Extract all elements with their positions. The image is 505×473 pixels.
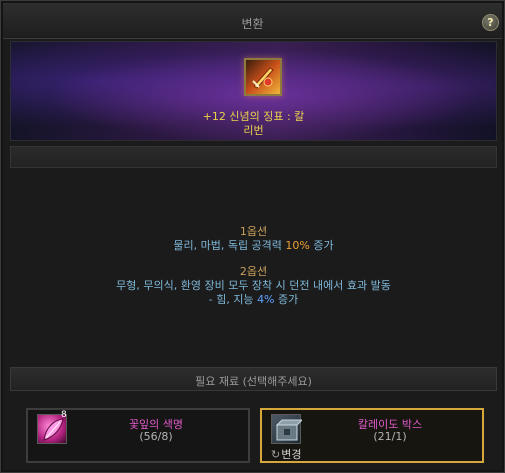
option2-prefix: - 힘, 지능 <box>208 293 258 306</box>
materials-title: 필요 재료 (선택해주세요) <box>195 375 312 388</box>
kaleido-box-icon <box>271 414 304 444</box>
material-slot-kaleido-box[interactable]: 칼레이도 박스 (21/1) ↻변경 <box>260 408 484 463</box>
help-icon[interactable]: ? <box>482 14 499 31</box>
conversion-window: 변환 ? +12 신념의 징표 : 칼 리번 1옵션 물리, 마법, 독립 공격… <box>0 0 505 473</box>
material-count: (21/1) <box>373 430 407 443</box>
option1-suffix: 증가 <box>309 239 334 252</box>
item-name-line2: 리번 <box>243 124 264 137</box>
title-bar[interactable]: 변환 ? <box>3 3 502 39</box>
item-name: +12 신념의 징표 : 칼 리번 <box>11 110 496 138</box>
swap-icon: ↻ <box>271 448 281 461</box>
option1-text: 물리, 마법, 독립 공격력 10% 증가 <box>10 237 497 253</box>
window-title: 변환 <box>241 17 264 31</box>
material-slot-petal[interactable]: 8 꽃잎의 색명 (56/8) <box>26 408 250 463</box>
stack-count-badge: 8 <box>61 410 67 420</box>
item-banner: +12 신념의 징표 : 칼 리번 <box>10 41 497 141</box>
change-button-label: 변경 <box>281 448 302 461</box>
materials-header: 필요 재료 (선택해주세요) <box>10 367 497 391</box>
material-count: (56/8) <box>139 430 173 443</box>
section-divider-bar <box>10 146 497 168</box>
item-name-line1: +12 신념의 징표 : 칼 <box>202 110 305 123</box>
option1-value: 10% <box>285 239 310 252</box>
option2-suffix: 증가 <box>274 293 299 306</box>
item-icon[interactable] <box>244 58 282 96</box>
box-shape-icon <box>275 419 304 441</box>
sword-emblem-icon <box>252 67 274 89</box>
option1-prefix: 물리, 마법, 독립 공격력 <box>173 239 286 252</box>
option2-value: 4% <box>257 293 275 306</box>
change-button[interactable]: ↻변경 <box>271 446 301 462</box>
options-panel: 1옵션 물리, 마법, 독립 공격력 10% 증가 2옵션 무형, 무의식, 환… <box>10 173 497 358</box>
option2-line2: - 힘, 지능 4% 증가 <box>10 291 497 307</box>
